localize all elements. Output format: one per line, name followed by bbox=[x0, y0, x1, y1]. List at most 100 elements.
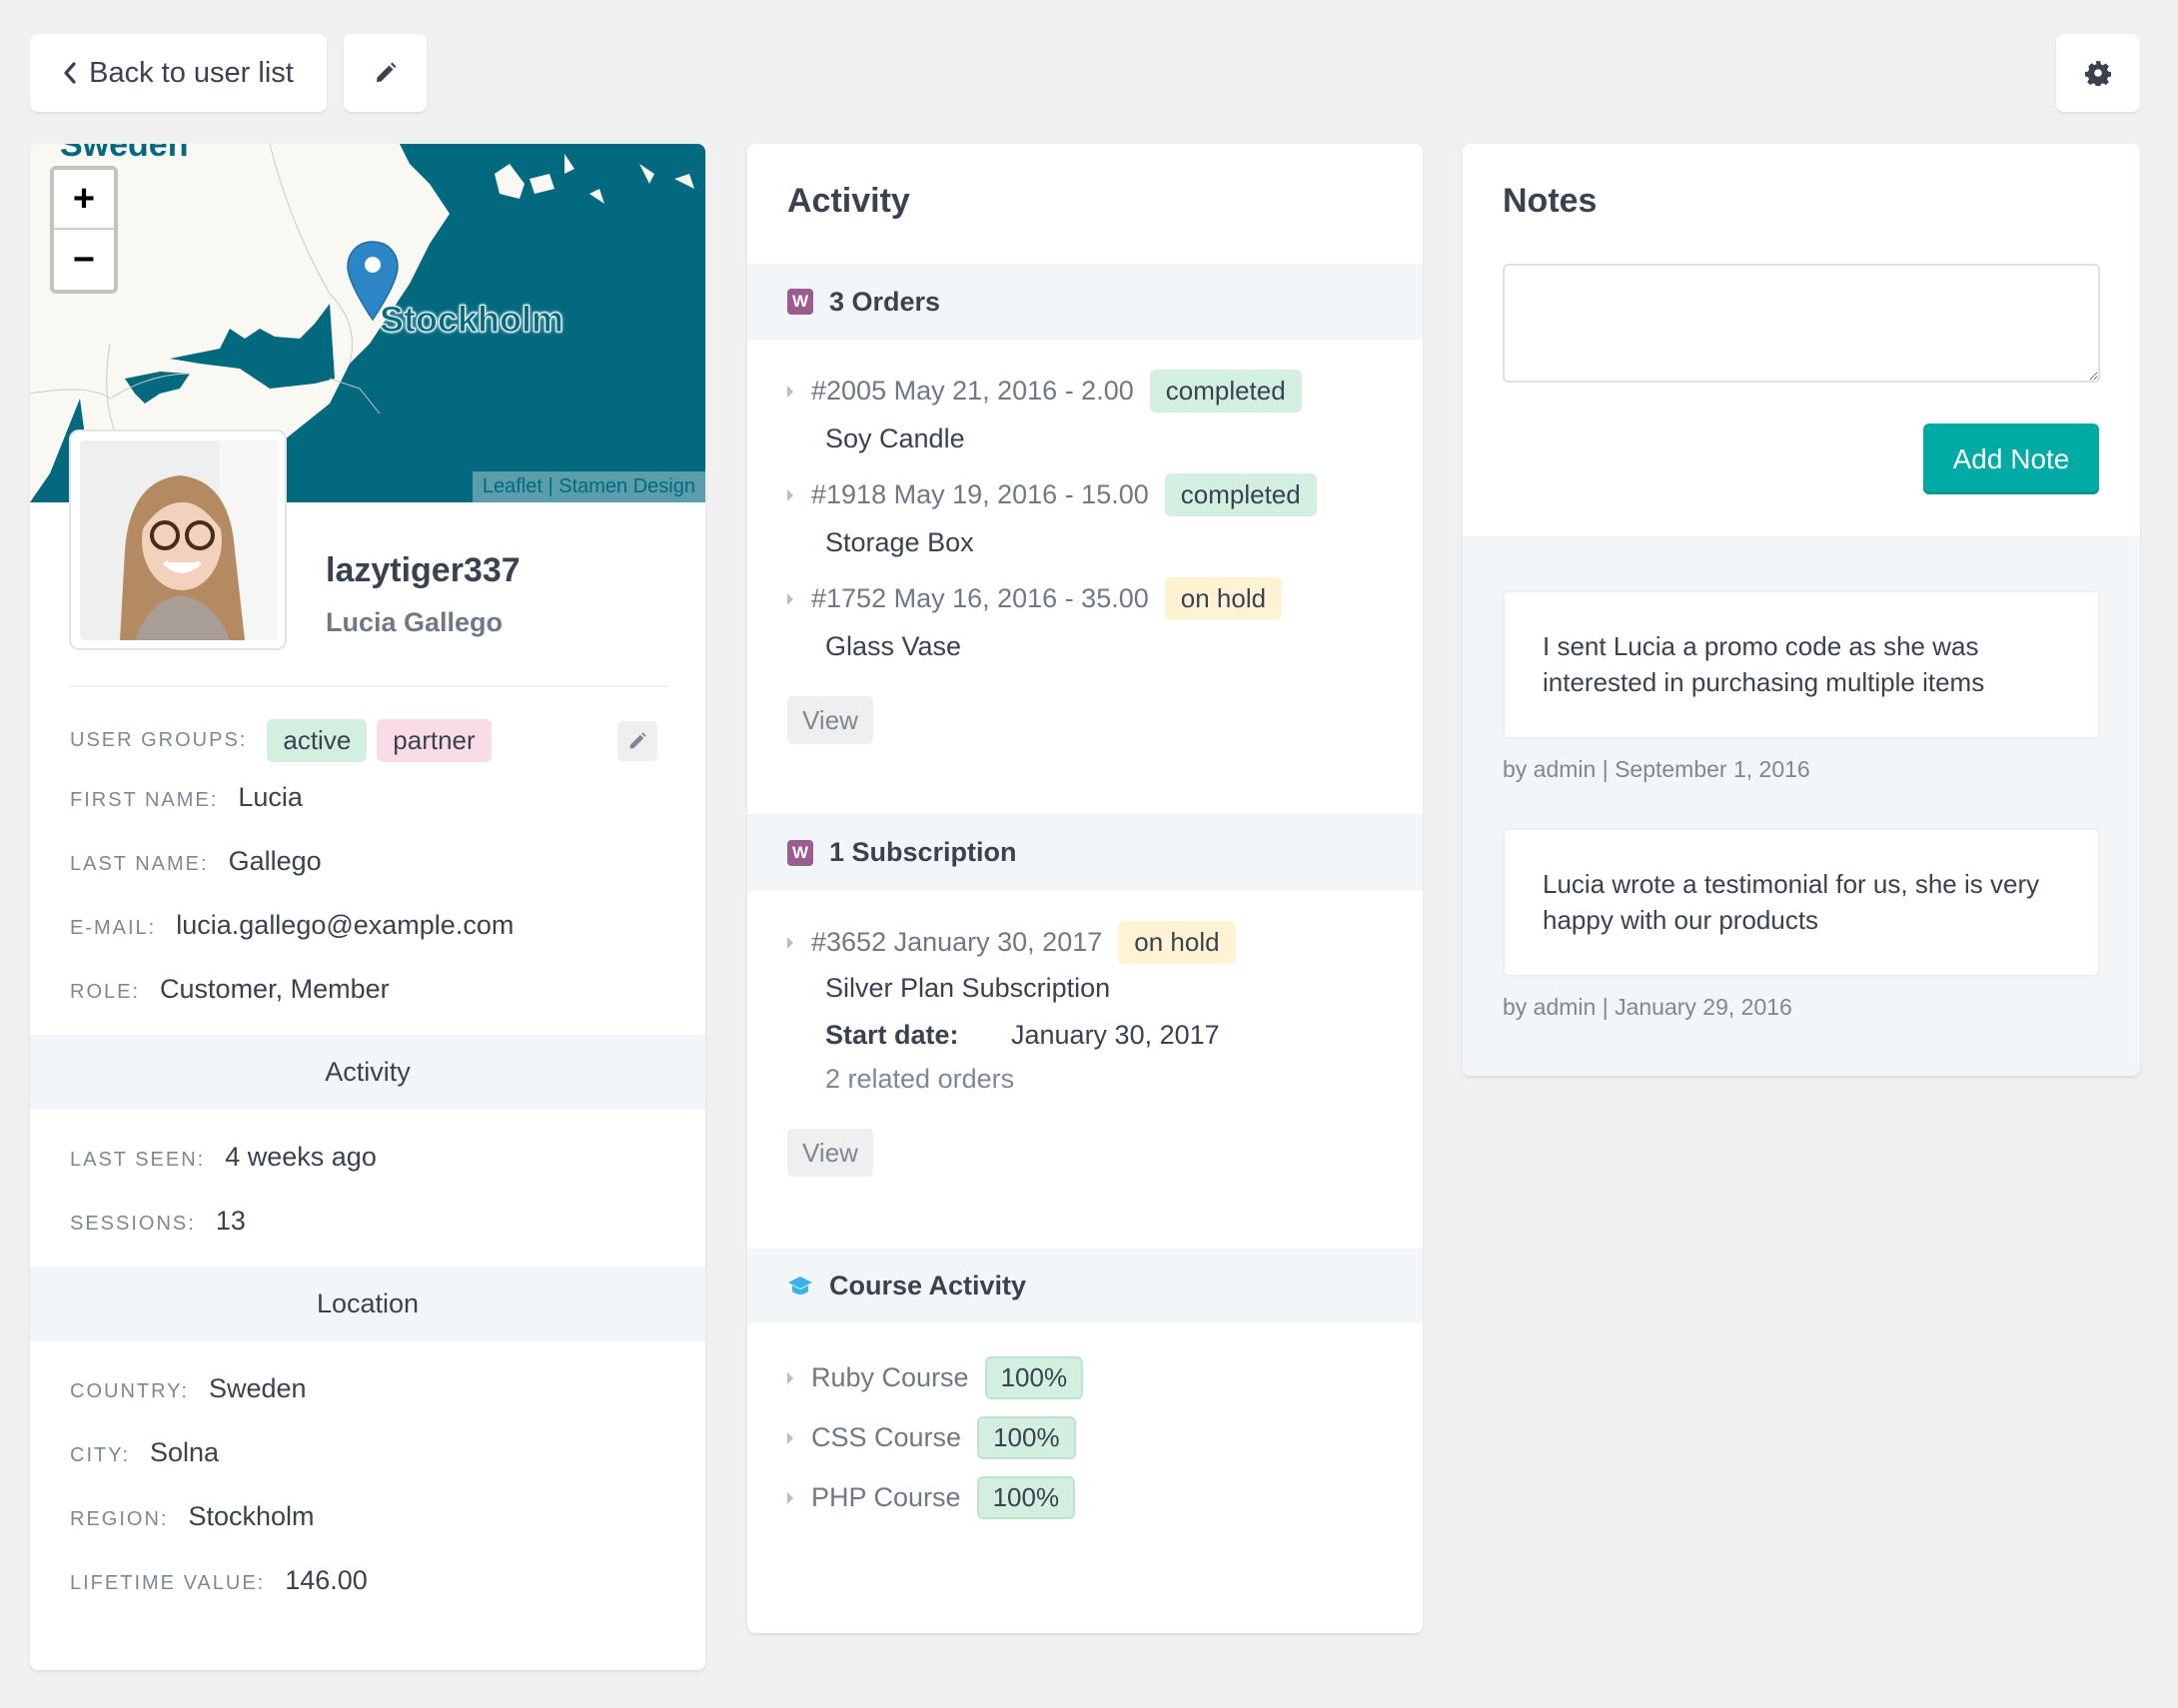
avatar bbox=[69, 429, 287, 650]
course-item[interactable]: Ruby Course 100% bbox=[787, 1356, 1084, 1399]
caret-right-icon bbox=[787, 1491, 793, 1504]
orders-section-header: W 3 Orders bbox=[747, 264, 1423, 340]
first-name-value: Lucia bbox=[238, 782, 303, 812]
course-name: CSS Course bbox=[811, 1422, 962, 1452]
last-name-row: Last name: Gallego bbox=[70, 846, 322, 877]
settings-button[interactable] bbox=[2056, 34, 2140, 112]
edit-user-button[interactable] bbox=[344, 34, 427, 112]
order-status-badge: completed bbox=[1164, 473, 1317, 516]
last-seen-row: Last seen: 4 weeks ago bbox=[70, 1142, 377, 1173]
note-text: I sent Lucia a promo code as she was int… bbox=[1543, 631, 1985, 697]
activity-section-header: Activity bbox=[30, 1035, 705, 1110]
group-tag-active[interactable]: active bbox=[267, 719, 368, 762]
notes-title: Notes bbox=[1503, 182, 1598, 220]
email-row: E-mail: lucia.gallego@example.com bbox=[70, 910, 514, 941]
view-subscriptions-button[interactable]: View bbox=[787, 1129, 873, 1177]
region-value: Stockholm bbox=[188, 1501, 315, 1531]
order-item[interactable]: #2005 May 21, 2016 - 2.00 completed bbox=[787, 370, 1302, 413]
note-item: I sent Lucia a promo code as she was int… bbox=[1503, 590, 2100, 739]
order-status-badge: on hold bbox=[1164, 577, 1283, 620]
woocommerce-icon: W bbox=[787, 289, 813, 315]
note-meta: by admin | January 29, 2016 bbox=[1503, 994, 1792, 1020]
map-zoom-in-button[interactable]: + bbox=[54, 170, 114, 230]
order-product: Soy Candle bbox=[825, 424, 965, 453]
city-value: Solna bbox=[150, 1437, 220, 1467]
start-date-value: January 30, 2017 bbox=[1011, 1020, 1220, 1050]
country-row: Country: Sweden bbox=[70, 1373, 307, 1404]
notes-list: I sent Lucia a promo code as she was int… bbox=[1463, 536, 2140, 1076]
last-seen-label: Last seen: bbox=[70, 1149, 206, 1171]
course-progress-badge: 100% bbox=[976, 1476, 1076, 1519]
order-status-badge: completed bbox=[1149, 370, 1302, 413]
country-value: Sweden bbox=[208, 1373, 307, 1403]
note-item: Lucia wrote a testimonial for us, she is… bbox=[1503, 828, 2100, 977]
caret-right-icon bbox=[787, 592, 793, 605]
map-zoom-control: + − bbox=[50, 166, 118, 294]
note-input[interactable] bbox=[1503, 264, 2100, 383]
user-profile-card: Sweden + − Stockholm Leaflet | Stamen De… bbox=[30, 144, 705, 1670]
email-label: E-mail: bbox=[70, 917, 157, 939]
pencil-icon bbox=[629, 732, 646, 749]
caret-right-icon bbox=[787, 1431, 793, 1444]
city-label: City: bbox=[70, 1444, 131, 1466]
map-country-label: Sweden bbox=[60, 144, 189, 164]
course-item[interactable]: PHP Course 100% bbox=[787, 1476, 1076, 1519]
username: lazytiger337 bbox=[326, 551, 521, 589]
sessions-value: 13 bbox=[215, 1206, 246, 1236]
course-item[interactable]: CSS Course 100% bbox=[787, 1416, 1076, 1459]
course-progress-badge: 100% bbox=[984, 1356, 1084, 1399]
full-name: Lucia Gallego bbox=[326, 607, 504, 637]
subscription-meta: #3652 January 30, 2017 bbox=[811, 927, 1103, 957]
caret-right-icon bbox=[787, 1371, 793, 1384]
group-tag-partner[interactable]: partner bbox=[377, 719, 492, 762]
chevron-left-icon bbox=[64, 62, 76, 84]
course-progress-badge: 100% bbox=[977, 1416, 1076, 1459]
order-item[interactable]: #1918 May 19, 2016 - 15.00 completed bbox=[787, 473, 1317, 516]
pencil-icon bbox=[376, 62, 396, 82]
subscriptions-heading: 1 Subscription bbox=[829, 837, 1017, 867]
related-orders[interactable]: 2 related orders bbox=[825, 1064, 1014, 1095]
order-meta: #1752 May 16, 2016 - 35.00 bbox=[811, 583, 1149, 613]
orders-heading: 3 Orders bbox=[829, 286, 941, 317]
edit-groups-button[interactable] bbox=[617, 721, 657, 761]
sessions-row: Sessions: 13 bbox=[70, 1206, 246, 1237]
caret-right-icon bbox=[787, 936, 793, 949]
back-label: Back to user list bbox=[89, 56, 294, 89]
subscription-item[interactable]: #3652 January 30, 2017 on hold bbox=[787, 921, 1236, 964]
role-label: Role: bbox=[70, 981, 141, 1003]
region-label: Region: bbox=[70, 1508, 169, 1530]
stamen-link[interactable]: Stamen Design bbox=[558, 475, 695, 497]
order-item[interactable]: #1752 May 16, 2016 - 35.00 on hold bbox=[787, 577, 1283, 620]
courses-section-header: Course Activity bbox=[747, 1249, 1423, 1323]
activity-card: Activity W 3 Orders #2005 May 21, 2016 -… bbox=[747, 144, 1423, 1633]
user-groups-label: User groups: bbox=[70, 729, 248, 751]
map-zoom-out-button[interactable]: − bbox=[54, 230, 114, 290]
last-seen-value: 4 weeks ago bbox=[225, 1142, 377, 1172]
course-name: Ruby Course bbox=[811, 1362, 969, 1392]
subscription-plan: Silver Plan Subscription bbox=[825, 973, 1111, 1003]
email-value: lucia.gallego@example.com bbox=[176, 910, 515, 940]
subscription-status-badge: on hold bbox=[1118, 921, 1236, 964]
leaflet-link[interactable]: Leaflet bbox=[483, 475, 543, 497]
map-attribution: Leaflet | Stamen Design bbox=[472, 471, 705, 502]
activity-title: Activity bbox=[787, 182, 910, 220]
lifetime-value-value: 146.00 bbox=[285, 1565, 368, 1595]
woocommerce-icon: W bbox=[787, 839, 813, 866]
lifetime-value-row: Lifetime value: 146.00 bbox=[70, 1565, 368, 1596]
order-meta: #1918 May 19, 2016 - 15.00 bbox=[811, 479, 1149, 509]
add-note-button[interactable]: Add Note bbox=[1923, 424, 2099, 494]
caret-right-icon bbox=[787, 385, 793, 398]
sessions-label: Sessions: bbox=[70, 1213, 196, 1235]
country-label: Country: bbox=[70, 1380, 189, 1402]
first-name-row: First name: Lucia bbox=[70, 782, 303, 813]
map-city-label: Stockholm bbox=[379, 299, 564, 341]
view-orders-button[interactable]: View bbox=[787, 696, 873, 744]
back-to-user-list-button[interactable]: Back to user list bbox=[30, 34, 327, 112]
user-groups-row: User groups: active partner bbox=[70, 719, 492, 762]
subscriptions-section-header: W 1 Subscription bbox=[747, 814, 1423, 891]
start-date-label: Start date: bbox=[825, 1020, 959, 1050]
divider bbox=[69, 685, 668, 687]
last-name-label: Last name: bbox=[70, 853, 209, 875]
subscription-start-row: Start date: January 30, 2017 bbox=[825, 1020, 1220, 1051]
last-name-value: Gallego bbox=[228, 846, 322, 876]
